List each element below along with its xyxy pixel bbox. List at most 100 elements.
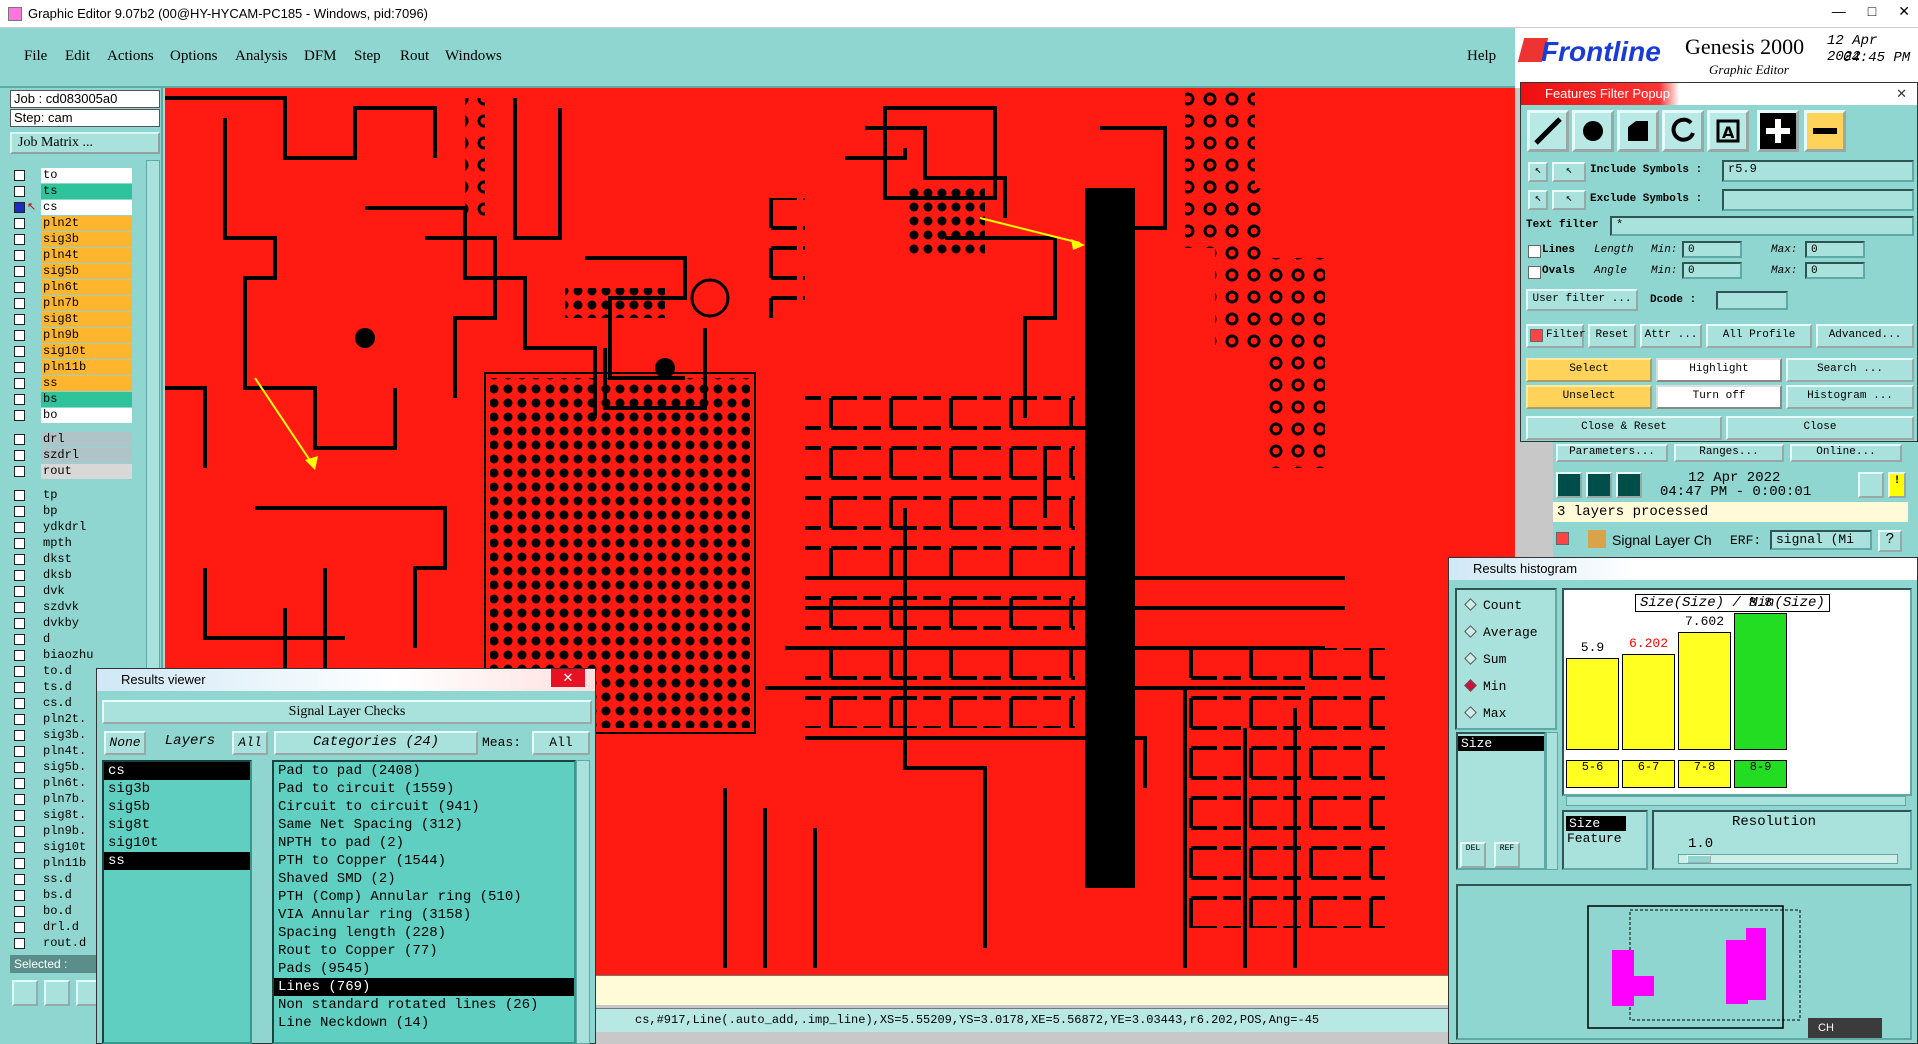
layer-visibility-checkbox[interactable] (14, 698, 25, 709)
layer-name[interactable]: bs (41, 392, 132, 407)
layer-name[interactable]: rout (41, 464, 132, 479)
histogram-bar[interactable] (1622, 654, 1675, 750)
results-category-item[interactable]: Spacing length (228) (274, 924, 574, 942)
layer-row-ydkdrl[interactable]: ydkdrl (14, 520, 132, 535)
results-layer-list[interactable]: cs sig3b sig5b sig8t sig10t ss (102, 760, 252, 1044)
layer-name[interactable]: biaozhu (41, 648, 132, 663)
layer-name[interactable]: pln9b (41, 328, 132, 343)
close-reset-button[interactable]: Close & Reset (1526, 416, 1722, 440)
maximize-icon[interactable]: □ (1868, 3, 1876, 20)
menu-windows[interactable]: Windows (445, 48, 502, 65)
layer-name[interactable]: pln4t (41, 248, 132, 263)
none-button[interactable]: None (104, 731, 146, 755)
run-all-icon[interactable] (1586, 472, 1612, 498)
results-category-item[interactable]: NPTH to pad (2) (274, 834, 574, 852)
filter-popup-close-icon[interactable]: ✕ (1896, 83, 1907, 105)
layer-row-sig5b[interactable]: sig5b (14, 264, 132, 279)
layer-visibility-checkbox[interactable] (14, 394, 25, 405)
layer-row-d[interactable]: d (14, 632, 132, 647)
attr-button[interactable]: Attr ... (1640, 324, 1702, 348)
results-layer-item[interactable]: sig8t (104, 816, 250, 834)
layer-name[interactable]: d (41, 632, 132, 647)
include-arrow-icon[interactable]: ↖ (1552, 162, 1586, 182)
layer-row-szdvk[interactable]: szdvk (14, 600, 132, 615)
layer-name[interactable]: sig10t (41, 344, 132, 359)
field-item-size[interactable]: Size (1458, 736, 1544, 751)
layer-name[interactable]: bo (41, 408, 132, 423)
results-category-item[interactable]: Shaved SMD (2) (274, 870, 574, 888)
include-symbols-input[interactable]: r5.9 (1722, 160, 1914, 182)
layer-row-cs[interactable]: ↖ cs (14, 200, 132, 215)
histogram-button[interactable]: Histogram ... (1786, 385, 1914, 409)
unselect-button[interactable]: Unselect (1526, 385, 1652, 409)
results-category-item[interactable]: Lines (769) (274, 978, 574, 996)
layer-name[interactable]: mpth (41, 536, 132, 551)
layer-visibility-checkbox[interactable] (14, 762, 25, 773)
meas-dropdown[interactable]: All (532, 731, 590, 755)
surface-shape-icon[interactable] (1617, 110, 1659, 152)
layer-visibility-checkbox[interactable] (14, 746, 25, 757)
categories-header[interactable]: Categories (24) (274, 731, 478, 755)
layer-row-dvkby[interactable]: dvkby (14, 616, 132, 631)
layer-row-drl[interactable]: drl (14, 432, 132, 447)
results-category-item[interactable]: PTH to Copper (1544) (274, 852, 574, 870)
angle-min-input[interactable]: 0 (1682, 262, 1742, 279)
size-label[interactable]: Size (1566, 816, 1626, 831)
results-category-item[interactable]: Line Neckdown (14) (274, 1014, 574, 1032)
layer-visibility-checkbox[interactable] (14, 234, 25, 245)
measure-tool-icon[interactable] (44, 980, 70, 1006)
layer-row-dksb[interactable]: dksb (14, 568, 132, 583)
lines-checkbox[interactable] (1528, 245, 1541, 258)
mode-radio-max[interactable]: Max (1464, 706, 1506, 721)
results-category-item[interactable]: Same Net Spacing (312) (274, 816, 574, 834)
layer-visibility-checkbox[interactable] (14, 890, 25, 901)
layer-visibility-checkbox[interactable] (14, 842, 25, 853)
feature-label[interactable]: Feature (1564, 831, 1646, 846)
layer-visibility-checkbox[interactable] (14, 346, 25, 357)
job-matrix-button[interactable]: Job Matrix ... (10, 132, 160, 154)
minimize-icon[interactable]: — (1832, 3, 1846, 20)
layer-name[interactable]: pln7b (41, 296, 132, 311)
layer-name[interactable]: szdvk (41, 600, 132, 615)
results-category-item[interactable]: Pads (9545) (274, 960, 574, 978)
layer-visibility-checkbox[interactable] (14, 778, 25, 789)
layer-name[interactable]: ss (41, 376, 132, 391)
mode-radio-min[interactable]: Min (1464, 679, 1506, 694)
layer-name[interactable]: dvk (41, 584, 132, 599)
layer-name[interactable]: drl (41, 432, 132, 447)
user-filter-button[interactable]: User filter ... (1526, 289, 1638, 311)
bar-category-label[interactable]: 6-7 (1622, 760, 1675, 788)
results-category-item[interactable]: Circuit to circuit (941) (274, 798, 574, 816)
layer-visibility-checkbox[interactable] (14, 922, 25, 933)
online-button[interactable]: Online... (1790, 444, 1902, 462)
histogram-bar[interactable] (1566, 658, 1619, 750)
layer-visibility-checkbox[interactable] (14, 410, 25, 421)
layer-visibility-checkbox[interactable] (14, 490, 25, 501)
layer-visibility-checkbox[interactable] (14, 466, 25, 477)
layer-visibility-checkbox[interactable] (14, 618, 25, 629)
results-category-item[interactable]: Non standard rotated lines (26) (274, 996, 574, 1014)
arc-shape-icon[interactable] (1662, 110, 1704, 152)
layer-row-biaozhu[interactable]: biaozhu (14, 648, 132, 663)
layer-row-szdrl[interactable]: szdrl (14, 448, 132, 463)
menu-analysis[interactable]: Analysis (235, 48, 288, 65)
layer-row-bp[interactable]: bp (14, 504, 132, 519)
exclude-pick-icon[interactable]: ↖ (1528, 190, 1548, 210)
exclude-arrow-icon[interactable]: ↖ (1552, 190, 1586, 210)
layer-name[interactable]: sig8t (41, 312, 132, 327)
layer-row-sig3b[interactable]: sig3b (14, 232, 132, 247)
layer-name[interactable]: sig5b (41, 264, 132, 279)
search-button[interactable]: Search ... (1786, 358, 1914, 382)
results-category-item[interactable]: Pad to pad (2408) (274, 762, 574, 780)
layer-visibility-checkbox[interactable] (14, 826, 25, 837)
ranges-button[interactable]: Ranges... (1674, 444, 1784, 462)
turn-off-button[interactable]: Turn off (1656, 385, 1782, 409)
layer-visibility-checkbox[interactable] (14, 602, 25, 613)
histogram-bar[interactable] (1734, 613, 1787, 750)
layer-visibility-checkbox[interactable] (14, 330, 25, 341)
layer-visibility-checkbox[interactable] (14, 378, 25, 389)
help-icon[interactable]: ? (1878, 530, 1902, 552)
close-icon[interactable]: ✕ (1898, 3, 1910, 20)
menu-options[interactable]: Options (170, 48, 218, 65)
ref-button[interactable]: REF (1494, 842, 1520, 868)
